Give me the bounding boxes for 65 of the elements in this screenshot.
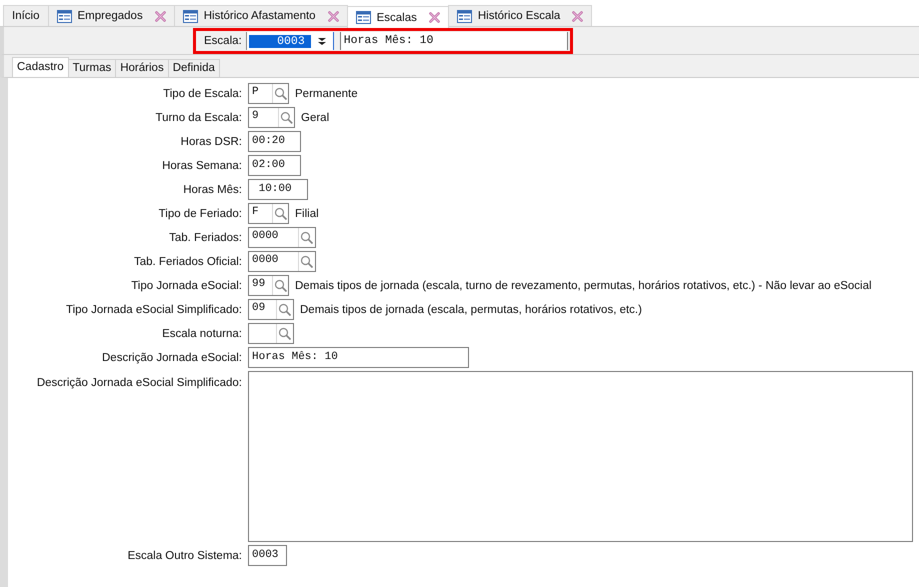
tab-label: Empregados (78, 10, 143, 22)
search-icon[interactable] (300, 254, 314, 268)
lookup-description: Permanente (295, 88, 358, 100)
form-icon (456, 10, 472, 22)
field-label: Tipo Jornada eSocial: (131, 280, 242, 292)
field-label: Descrição Jornada eSocial: (102, 352, 242, 364)
search-icon[interactable] (278, 326, 292, 340)
lookup-description: Demais tipos de jornada (escala, permutas, horários rotativos, etc.) (300, 304, 642, 316)
field-label: Escala noturna: (162, 328, 242, 340)
lookup-field[interactable]: 09 (248, 299, 294, 320)
lookup-field[interactable]: 99 (248, 275, 289, 296)
description-field[interactable]: Horas Mês: 10 (340, 32, 568, 50)
lookup-description: Filial (295, 208, 319, 220)
close-icon[interactable] (328, 10, 339, 22)
escala-combo[interactable]: 0003 (246, 32, 334, 50)
input-field[interactable]: 10:00 (248, 179, 308, 200)
form-icon (182, 10, 198, 22)
tab-label: Histórico Escala (478, 10, 560, 22)
tab-label: Início (12, 10, 40, 22)
tab[interactable]: Empregados (48, 5, 175, 26)
input-field[interactable]: 00:20 (248, 131, 301, 152)
search-icon[interactable] (300, 230, 314, 244)
tab[interactable]: Escalas (346, 6, 449, 28)
field-label: Turno da Escala: (155, 112, 242, 124)
tab[interactable]: Início (3, 5, 48, 26)
field-label: Escala: (204, 35, 242, 47)
form-icon (356, 11, 371, 24)
lookup-description: Geral (301, 112, 330, 124)
lookup-field[interactable] (248, 323, 294, 344)
field-label: Tab. Feriados Oficial: (134, 256, 242, 268)
search-icon[interactable] (280, 110, 294, 124)
tab[interactable]: Histórico Escala (448, 5, 592, 26)
input-field[interactable]: Horas Mês: 10 (248, 347, 469, 368)
tab[interactable]: Histórico Afastamento (174, 5, 348, 26)
tab-label: Histórico Afastamento (204, 10, 316, 22)
search-icon[interactable] (274, 86, 288, 100)
input-field[interactable]: 0003 (248, 545, 287, 566)
field-label: Escala Outro Sistema: (128, 550, 242, 562)
tab[interactable]: Definida (168, 59, 220, 77)
field-label: Tipo de Escala: (163, 88, 242, 100)
close-icon[interactable] (428, 12, 440, 23)
search-icon[interactable] (278, 302, 292, 316)
close-icon[interactable] (572, 10, 584, 22)
search-icon[interactable] (274, 278, 288, 292)
search-icon[interactable] (274, 206, 288, 220)
dropdown-icon[interactable] (318, 36, 326, 46)
lookup-description: Demais tipos de jornada (escala, turno de revezamento, permutas, horários rotativos, etc.) - Não levar ao eSocial (295, 280, 872, 292)
combo-value: 0003 (248, 34, 311, 48)
field-label: Horas Mês: (183, 184, 242, 196)
tab-label: Escalas (376, 12, 417, 24)
tab[interactable]: Cadastro (12, 57, 69, 77)
field-label: Tipo Jornada eSocial Simplificado: (66, 304, 242, 316)
close-icon[interactable] (154, 10, 166, 22)
input-field[interactable]: 02:00 (248, 155, 301, 176)
field-label: Horas Semana: (162, 160, 242, 172)
lookup-field[interactable]: 0000 (248, 227, 316, 248)
lookup-field[interactable]: P (248, 83, 289, 104)
field-label: Descrição Jornada eSocial Simplificado: (36, 377, 242, 389)
field-label: Tab. Feriados: (169, 232, 242, 244)
form-icon (56, 10, 72, 22)
lookup-field[interactable]: 9 (248, 107, 295, 128)
lookup-field[interactable]: 0000 (248, 251, 316, 272)
field-label: Tipo de Feriado: (158, 208, 242, 220)
lookup-field[interactable]: F (248, 203, 289, 224)
field-label: Horas DSR: (180, 136, 242, 148)
